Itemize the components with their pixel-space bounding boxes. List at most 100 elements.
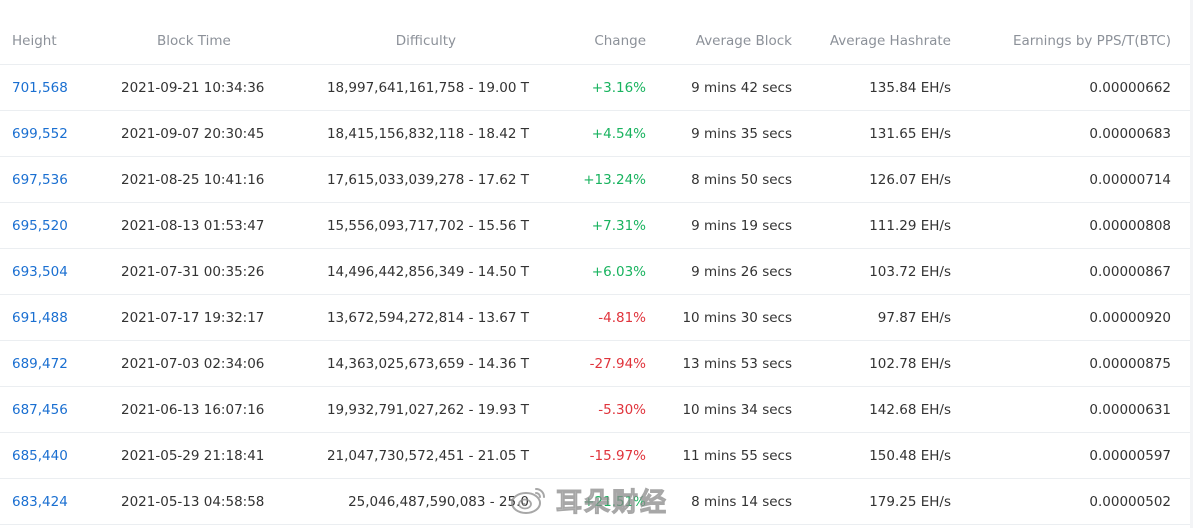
average-hashrate-cell: 103.72 EH/s <box>869 263 951 280</box>
difficulty-cell: 19,932,791,027,262 - 19.93 T <box>326 401 529 418</box>
difficulty-cell: 17,615,033,039,278 - 17.62 T <box>326 171 529 188</box>
average-hashrate-cell: 102.78 EH/s <box>869 355 951 372</box>
height-cell: 695,520 <box>12 203 68 248</box>
average-block-cell: 11 mins 55 secs <box>682 447 792 464</box>
average-hashrate-cell: 126.07 EH/s <box>869 171 951 188</box>
block-time-cell: 2021-05-29 21:18:41 <box>121 447 265 464</box>
average-hashrate-cell: 179.25 EH/s <box>869 493 951 510</box>
earnings-cell: 0.00000920 <box>1089 309 1171 326</box>
height-cell: 693,504 <box>12 249 68 294</box>
difficulty-history-table: Height Block Time Difficulty Change Aver… <box>0 18 1193 525</box>
table-body: 701,568 2021-09-21 10:34:36 18,997,641,161… <box>0 65 1193 525</box>
table-row: 689,472 2021-07-03 02:34:06 14,363,025,673… <box>0 341 1193 387</box>
block-time-cell: 2021-05-13 04:58:58 <box>121 493 265 510</box>
average-block-cell: 10 mins 34 secs <box>682 401 792 418</box>
change-cell: +6.03% <box>591 263 646 280</box>
earnings-cell: 0.00000683 <box>1089 125 1171 142</box>
block-height-link[interactable]: 691,488 <box>12 310 68 326</box>
earnings-cell: 0.00000808 <box>1089 217 1171 234</box>
height-cell: 689,472 <box>12 341 68 386</box>
table-row: 701,568 2021-09-21 10:34:36 18,997,641,161… <box>0 65 1193 111</box>
average-block-cell: 10 mins 30 secs <box>682 309 792 326</box>
table-row: 691,488 2021-07-17 19:32:17 13,672,594,272… <box>0 295 1193 341</box>
block-time-cell: 2021-06-13 16:07:16 <box>121 401 265 418</box>
column-header-average-hashrate[interactable]: Average Hashrate <box>830 18 951 64</box>
table-row: 683,424 2021-05-13 04:58:58 25,046,487,590… <box>0 479 1193 525</box>
block-time-cell: 2021-09-07 20:30:45 <box>121 125 265 142</box>
average-block-cell: 8 mins 14 secs <box>691 493 792 510</box>
change-cell: -27.94% <box>589 355 646 372</box>
average-block-cell: 13 mins 53 secs <box>682 355 792 372</box>
average-hashrate-cell: 135.84 EH/s <box>869 79 951 96</box>
earnings-cell: 0.00000714 <box>1089 171 1171 188</box>
earnings-cell: 0.00000867 <box>1089 263 1171 280</box>
column-header-block-time[interactable]: Block Time <box>157 18 231 64</box>
block-time-cell: 2021-07-17 19:32:17 <box>121 309 265 326</box>
height-cell: 683,424 <box>12 479 68 524</box>
change-cell: -4.81% <box>598 309 646 326</box>
earnings-cell: 0.00000631 <box>1089 401 1171 418</box>
average-hashrate-cell: 150.48 EH/s <box>869 447 951 464</box>
block-height-link[interactable]: 699,552 <box>12 126 68 142</box>
column-header-change[interactable]: Change <box>594 18 646 64</box>
height-cell: 699,552 <box>12 111 68 156</box>
column-header-height[interactable]: Height <box>12 18 57 64</box>
table-row: 695,520 2021-08-13 01:53:47 15,556,093,717… <box>0 203 1193 249</box>
average-hashrate-cell: 142.68 EH/s <box>869 401 951 418</box>
block-height-link[interactable]: 697,536 <box>12 172 68 188</box>
column-header-average-block[interactable]: Average Block <box>696 18 792 64</box>
difficulty-cell: 14,496,442,856,349 - 14.50 T <box>326 263 529 280</box>
difficulty-cell: 13,672,594,272,814 - 13.67 T <box>326 309 529 326</box>
block-time-cell: 2021-08-13 01:53:47 <box>121 217 265 234</box>
difficulty-cell: 21,047,730,572,451 - 21.05 T <box>326 447 529 464</box>
difficulty-cell: 15,556,093,717,702 - 15.56 T <box>326 217 529 234</box>
column-header-earnings[interactable]: Earnings by PPS/T(BTC) <box>1013 18 1171 64</box>
change-cell: +4.54% <box>591 125 646 142</box>
table-row: 699,552 2021-09-07 20:30:45 18,415,156,832… <box>0 111 1193 157</box>
earnings-cell: 0.00000502 <box>1089 493 1171 510</box>
change-cell: +3.16% <box>591 79 646 96</box>
height-cell: 685,440 <box>12 433 68 478</box>
average-hashrate-cell: 97.87 EH/s <box>877 309 951 326</box>
block-height-link[interactable]: 683,424 <box>12 494 68 510</box>
earnings-cell: 0.00000875 <box>1089 355 1171 372</box>
average-block-cell: 9 mins 19 secs <box>691 217 792 234</box>
difficulty-cell: 25,046,487,590,083 - 25.0 <box>348 493 529 510</box>
block-time-cell: 2021-07-03 02:34:06 <box>121 355 265 372</box>
difficulty-cell: 18,997,641,161,758 - 19.00 T <box>326 79 529 96</box>
change-cell: +21.51% <box>583 493 646 510</box>
height-cell: 701,568 <box>12 65 68 110</box>
average-hashrate-cell: 131.65 EH/s <box>869 125 951 142</box>
table-row: 685,440 2021-05-29 21:18:41 21,047,730,572… <box>0 433 1193 479</box>
block-height-link[interactable]: 689,472 <box>12 356 68 372</box>
column-header-difficulty[interactable]: Difficulty <box>396 18 456 64</box>
average-block-cell: 8 mins 50 secs <box>691 171 792 188</box>
earnings-cell: 0.00000597 <box>1089 447 1171 464</box>
block-height-link[interactable]: 701,568 <box>12 80 68 96</box>
average-block-cell: 9 mins 35 secs <box>691 125 792 142</box>
table-header: Height Block Time Difficulty Change Aver… <box>0 18 1193 65</box>
change-cell: -15.97% <box>589 447 646 464</box>
table-row: 697,536 2021-08-25 10:41:16 17,615,033,039… <box>0 157 1193 203</box>
block-time-cell: 2021-08-25 10:41:16 <box>121 171 265 188</box>
table-row: 693,504 2021-07-31 00:35:26 14,496,442,856… <box>0 249 1193 295</box>
change-cell: +13.24% <box>583 171 646 188</box>
average-hashrate-cell: 111.29 EH/s <box>869 217 951 234</box>
height-cell: 691,488 <box>12 295 68 340</box>
difficulty-cell: 18,415,156,832,118 - 18.42 T <box>326 125 529 142</box>
block-height-link[interactable]: 695,520 <box>12 218 68 234</box>
change-cell: -5.30% <box>598 401 646 418</box>
average-block-cell: 9 mins 42 secs <box>691 79 792 96</box>
average-block-cell: 9 mins 26 secs <box>691 263 792 280</box>
table-row: 687,456 2021-06-13 16:07:16 19,932,791,027… <box>0 387 1193 433</box>
block-time-cell: 2021-07-31 00:35:26 <box>121 263 265 280</box>
block-height-link[interactable]: 687,456 <box>12 402 68 418</box>
block-height-link[interactable]: 685,440 <box>12 448 68 464</box>
height-cell: 697,536 <box>12 157 68 202</box>
block-height-link[interactable]: 693,504 <box>12 264 68 280</box>
change-cell: +7.31% <box>591 217 646 234</box>
block-time-cell: 2021-09-21 10:34:36 <box>121 79 265 96</box>
height-cell: 687,456 <box>12 387 68 432</box>
earnings-cell: 0.00000662 <box>1089 79 1171 96</box>
difficulty-cell: 14,363,025,673,659 - 14.36 T <box>326 355 529 372</box>
